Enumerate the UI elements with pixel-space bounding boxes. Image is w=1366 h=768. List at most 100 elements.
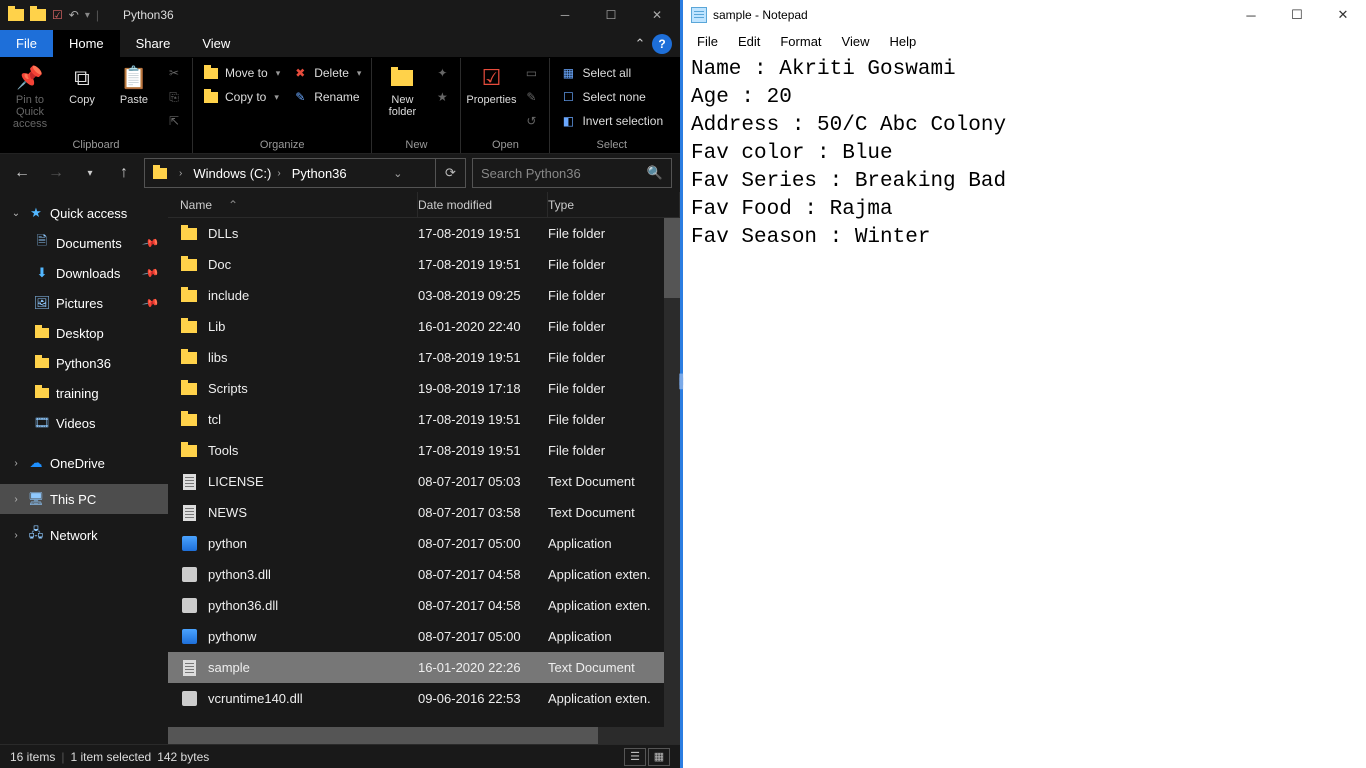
file-row[interactable]: python08-07-2017 05:00Application <box>168 528 680 559</box>
move-to-button[interactable]: Move to▾ <box>199 62 284 84</box>
file-row[interactable]: python3.dll08-07-2017 04:58Application e… <box>168 559 680 590</box>
pin-quick-access-button[interactable]: 📌 Pin to Quick access <box>6 60 54 130</box>
paste-shortcut-button[interactable]: ⇱ <box>162 110 186 132</box>
breadcrumb-folder[interactable]: Python36 <box>284 166 350 181</box>
open-icon: ▭ <box>523 66 539 80</box>
chevron-down-icon[interactable]: ⌄ <box>393 167 402 180</box>
file-row[interactable]: include03-08-2019 09:25File folder <box>168 280 680 311</box>
recent-button[interactable]: ▾ <box>76 159 104 187</box>
nav-documents[interactable]: 🗎Documents📌 <box>0 228 168 258</box>
file-row[interactable]: Tools17-08-2019 19:51File folder <box>168 435 680 466</box>
back-button[interactable]: ← <box>8 159 36 187</box>
maximize-button[interactable]: ☐ <box>1274 0 1320 30</box>
nav-python36[interactable]: Python36 <box>0 348 168 378</box>
up-button[interactable]: ↑ <box>110 159 138 187</box>
col-date[interactable]: Date modified <box>418 192 548 217</box>
search-input[interactable]: Search Python36 🔍 <box>472 158 672 188</box>
notepad-text-area[interactable]: Name : Akriti Goswami Age : 20 Address :… <box>683 52 1366 768</box>
select-none-button[interactable]: ☐Select none <box>556 86 667 108</box>
file-row[interactable]: NEWS08-07-2017 03:58Text Document <box>168 497 680 528</box>
horizontal-scrollbar[interactable] <box>168 727 680 744</box>
minimize-button[interactable]: ─ <box>542 0 588 30</box>
rename-button[interactable]: ✎Rename <box>288 86 365 108</box>
vertical-scrollbar[interactable] <box>664 218 680 727</box>
details-view-button[interactable]: ☰ <box>624 748 646 766</box>
nav-pictures[interactable]: 🖼Pictures📌 <box>0 288 168 318</box>
copy-path-button[interactable]: ⎘ <box>162 86 186 108</box>
menu-help[interactable]: Help <box>881 32 924 51</box>
forward-button[interactable]: → <box>42 159 70 187</box>
nav-onedrive[interactable]: ›☁OneDrive <box>0 448 168 478</box>
close-button[interactable]: ✕ <box>634 0 680 30</box>
nav-videos[interactable]: 🎞Videos <box>0 408 168 438</box>
file-row[interactable]: Lib16-01-2020 22:40File folder <box>168 311 680 342</box>
tab-share[interactable]: Share <box>120 30 187 57</box>
qat-dropdown-icon[interactable]: ▾ <box>85 10 90 21</box>
undo-qat-icon[interactable]: ↶ <box>69 8 79 22</box>
nav-this-pc[interactable]: ›🖥This PC <box>0 484 168 514</box>
history-button[interactable]: ↺ <box>519 110 543 132</box>
nav-desktop[interactable]: Desktop <box>0 318 168 348</box>
maximize-button[interactable]: ☐ <box>588 0 634 30</box>
new-item-button[interactable]: ✦ <box>430 62 454 84</box>
file-row[interactable]: sample16-01-2020 22:26Text Document <box>168 652 680 683</box>
chevron-right-icon[interactable]: › <box>10 530 22 541</box>
refresh-button[interactable]: ⟳ <box>435 159 465 187</box>
copy-to-button[interactable]: Copy to▾ <box>199 86 284 108</box>
scrollbar-thumb[interactable] <box>168 727 598 744</box>
easy-access-button[interactable]: ★ <box>430 86 454 108</box>
cut-icon: ✂ <box>166 66 182 80</box>
invert-selection-button[interactable]: ◧Invert selection <box>556 110 667 132</box>
close-button[interactable]: ✕ <box>1320 0 1366 30</box>
copy-button[interactable]: ⧉ Copy <box>58 60 106 106</box>
file-row[interactable]: LICENSE08-07-2017 05:03Text Document <box>168 466 680 497</box>
menu-edit[interactable]: Edit <box>730 32 768 51</box>
edit-button[interactable]: ✎ <box>519 86 543 108</box>
file-row[interactable]: tcl17-08-2019 19:51File folder <box>168 404 680 435</box>
file-list[interactable]: DLLs17-08-2019 19:51File folderDoc17-08-… <box>168 218 680 727</box>
nav-training[interactable]: training <box>0 378 168 408</box>
chevron-down-icon[interactable]: ⌄ <box>10 208 22 219</box>
thumbnails-view-button[interactable]: ▦ <box>648 748 670 766</box>
address-bar[interactable]: › Windows (C:)› Python36 ⌄ ⟳ <box>144 158 466 188</box>
open-button[interactable]: ▭ <box>519 62 543 84</box>
properties-qat-icon[interactable]: ☑ <box>52 8 63 22</box>
delete-button[interactable]: ✖Delete▾ <box>288 62 365 84</box>
cut-button[interactable]: ✂ <box>162 62 186 84</box>
nav-network[interactable]: ›🖧Network <box>0 520 168 550</box>
explorer-titlebar[interactable]: ☑ ↶ ▾ | Python36 ─ ☐ ✕ <box>0 0 680 30</box>
file-row[interactable]: vcruntime140.dll09-06-2016 22:53Applicat… <box>168 683 680 714</box>
col-name[interactable]: Name⌃ <box>168 192 418 217</box>
file-row[interactable]: Scripts19-08-2019 17:18File folder <box>168 373 680 404</box>
select-all-button[interactable]: ▦Select all <box>556 62 667 84</box>
menu-view[interactable]: View <box>834 32 878 51</box>
nav-quick-access[interactable]: ⌄★Quick access <box>0 198 168 228</box>
help-button[interactable]: ? <box>652 34 672 54</box>
file-row[interactable]: libs17-08-2019 19:51File folder <box>168 342 680 373</box>
file-row[interactable]: Doc17-08-2019 19:51File folder <box>168 249 680 280</box>
column-headers[interactable]: Name⌃ Date modified Type <box>168 192 680 218</box>
menu-file[interactable]: File <box>689 32 726 51</box>
tab-view[interactable]: View <box>186 30 246 57</box>
breadcrumb-drive[interactable]: Windows (C:)› <box>185 166 283 181</box>
new-folder-button[interactable]: New folder <box>378 60 426 118</box>
file-row[interactable]: DLLs17-08-2019 19:51File folder <box>168 218 680 249</box>
notepad-titlebar[interactable]: sample - Notepad ─ ☐ ✕ <box>683 0 1366 30</box>
nav-downloads[interactable]: ⬇Downloads📌 <box>0 258 168 288</box>
chevron-right-icon[interactable]: › <box>10 494 22 505</box>
collapse-ribbon-icon[interactable]: ⌃ <box>628 30 652 57</box>
menu-format[interactable]: Format <box>772 32 829 51</box>
scrollbar-thumb[interactable] <box>664 218 680 298</box>
properties-button[interactable]: ☑ Properties <box>467 60 515 106</box>
file-row[interactable]: pythonw08-07-2017 05:00Application <box>168 621 680 652</box>
navigation-pane[interactable]: ⌄★Quick access 🗎Documents📌 ⬇Downloads📌 🖼… <box>0 192 168 744</box>
file-row[interactable]: python36.dll08-07-2017 04:58Application … <box>168 590 680 621</box>
file-name: Doc <box>208 257 231 272</box>
minimize-button[interactable]: ─ <box>1228 0 1274 30</box>
splitter-handle[interactable]: ▮▮▮ <box>678 376 684 388</box>
tab-file[interactable]: File <box>0 30 53 57</box>
tab-home[interactable]: Home <box>53 30 120 57</box>
paste-button[interactable]: 📋 Paste <box>110 60 158 106</box>
col-type[interactable]: Type <box>548 192 680 217</box>
chevron-right-icon[interactable]: › <box>10 458 22 469</box>
